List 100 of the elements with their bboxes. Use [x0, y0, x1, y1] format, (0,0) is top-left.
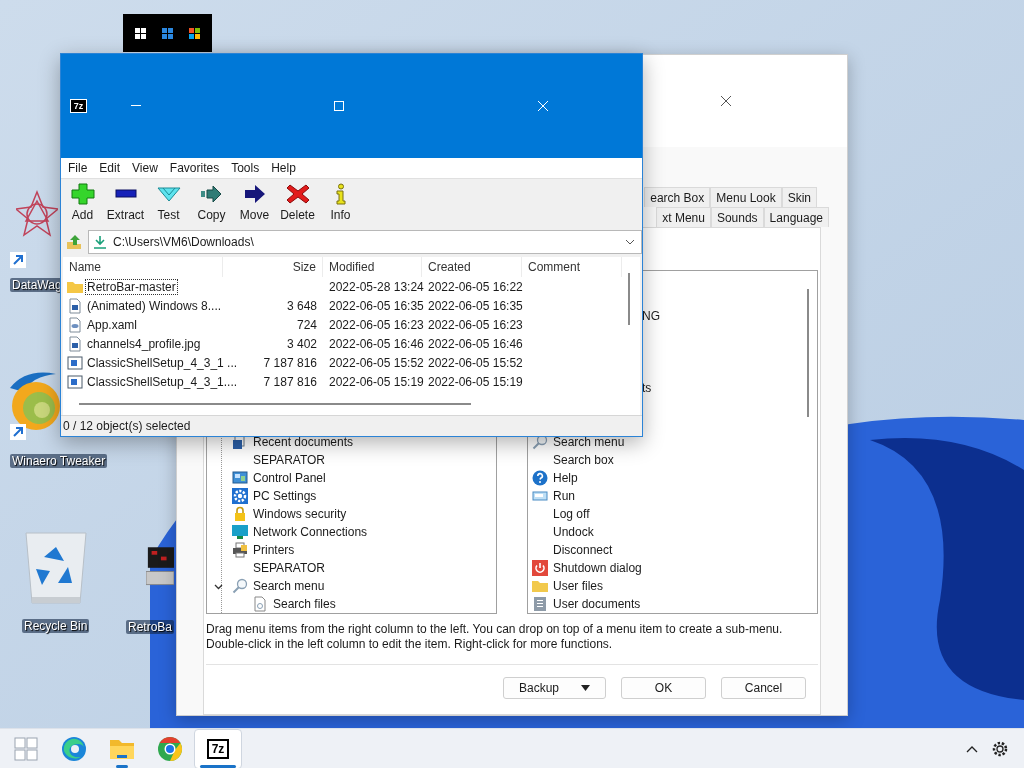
menu-item[interactable]: PC Settings	[253, 487, 317, 505]
toolbar-button[interactable]: Copy	[190, 181, 233, 227]
table-cell-text: 2022-05-28 13:24	[328, 278, 425, 296]
menu-item[interactable]: Search files	[273, 595, 336, 613]
scrollbar[interactable]	[628, 273, 630, 325]
taskbar-button[interactable]: 7z	[194, 728, 242, 768]
table-cell-text: 2022-06-05 16:46	[328, 335, 425, 353]
table-cell-text: 2022-06-05 15:19	[427, 373, 524, 391]
dialog-button[interactable]: OK	[621, 677, 706, 699]
menu-item[interactable]: File	[62, 161, 94, 175]
scrollbar[interactable]	[807, 289, 809, 417]
desktop-icon-label[interactable]: Recycle Bin	[22, 619, 90, 633]
close-icon	[537, 100, 549, 112]
toolbar-button[interactable]: Info	[319, 181, 362, 227]
table-cell-text: 2022-06-05 16:23	[328, 316, 425, 334]
table-cell-text: 3 402	[285, 335, 318, 353]
menu-item[interactable]: NG	[642, 307, 817, 325]
window-preview[interactable]	[123, 14, 212, 52]
scrollbar[interactable]	[79, 403, 471, 405]
menu-item[interactable]: User files	[553, 577, 603, 595]
power-icon	[532, 560, 548, 576]
file-name[interactable]: channels4_profile.jpg	[86, 336, 202, 351]
menu-item[interactable]: Recent documents	[253, 433, 354, 451]
toolbar-button[interactable]: Test	[147, 181, 190, 227]
table-cell-text: 3 648	[285, 297, 318, 315]
up-folder-icon[interactable]	[66, 234, 82, 250]
tab[interactable]: Sounds	[710, 207, 764, 227]
browser-circle-icon	[157, 735, 183, 762]
column-header[interactable]: Name	[63, 257, 223, 277]
menu-item[interactable]: SEPARATOR	[253, 559, 326, 577]
menu-item[interactable]: Windows security	[253, 505, 347, 523]
tab[interactable]: earch Box	[644, 187, 711, 207]
desktop-icon-label[interactable]: RetroBa	[126, 620, 175, 634]
minimize-icon	[131, 105, 141, 107]
menu-item[interactable]: Search menu	[253, 577, 325, 595]
dropdown-button[interactable]: Backup	[503, 677, 606, 699]
chevron-down-icon	[625, 239, 635, 245]
file-name[interactable]: ClassicShellSetup_4_3_1 ...	[86, 355, 239, 370]
toolbar-button[interactable]: Add	[61, 181, 104, 227]
control-panel-icon	[232, 470, 248, 486]
path-field[interactable]: C:\Users\VM6\Downloads\	[88, 230, 642, 254]
menu-item[interactable]: Run	[553, 487, 575, 505]
folder-icon	[532, 578, 548, 594]
file-name[interactable]: RetroBar-master	[86, 279, 177, 294]
menu-item[interactable]: Tools	[225, 161, 266, 175]
menu-item[interactable]: Search box	[553, 451, 614, 469]
menu-item[interactable]: Network Connections	[253, 523, 368, 541]
image-file-icon	[67, 335, 83, 352]
search-icon	[232, 578, 248, 594]
gear-icon	[232, 488, 248, 504]
windows-logo-icon	[135, 27, 146, 39]
status-text: 0 / 12 object(s) selected	[63, 419, 191, 433]
desktop-icon-label[interactable]: Winaero Tweaker	[10, 454, 108, 468]
maximize-icon	[334, 101, 344, 111]
table-cell-text: 2022-06-05 16:23	[427, 316, 524, 334]
run-icon	[532, 488, 548, 504]
app-logo: 7z	[206, 738, 230, 759]
menu-item[interactable]: Shutdown dialog	[553, 559, 642, 577]
column-header[interactable]: Size	[223, 257, 323, 277]
tab[interactable]: Menu Look	[710, 187, 782, 207]
menu-item[interactable]: Log off	[553, 505, 590, 523]
menu-item[interactable]: Control Panel	[253, 469, 326, 487]
toolbar-button[interactable]: Extract	[104, 181, 147, 227]
menu-item[interactable]: Help	[265, 161, 302, 175]
caret-icon	[581, 685, 590, 691]
installer-icon	[67, 373, 83, 390]
column-header[interactable]: Comment	[522, 257, 622, 277]
toolbar-button[interactable]: Move	[233, 181, 276, 227]
windows-logo-icon	[14, 736, 38, 761]
toolbar-button[interactable]: Delete	[276, 181, 319, 227]
tab[interactable]: Skin	[781, 187, 817, 207]
file-name[interactable]: (Animated) Windows 8....	[86, 298, 223, 313]
menu-item[interactable]: Disconnect	[553, 541, 613, 559]
file-name[interactable]: ClassicShellSetup_4_3_1....	[86, 374, 239, 389]
menu-item[interactable]: Favorites	[163, 161, 226, 175]
menu-item[interactable]: Edit	[93, 161, 127, 175]
menu-item[interactable]: Help	[553, 469, 578, 487]
lock-icon	[232, 506, 248, 522]
tab[interactable]: Language	[763, 207, 829, 227]
plus-icon	[69, 183, 96, 205]
tab[interactable]: xt Menu	[656, 207, 711, 227]
menu-item[interactable]: SEPARATOR	[253, 451, 326, 469]
table-cell-text: 2022-06-05 16:46	[427, 335, 524, 353]
column-header[interactable]: Created	[422, 257, 522, 277]
column-header[interactable]: Modified	[323, 257, 422, 277]
installer-icon	[67, 354, 83, 371]
table-cell-text: 2022-06-05 15:52	[328, 354, 425, 372]
menu-item[interactable]: Undock	[553, 523, 594, 541]
help-icon	[532, 470, 548, 486]
delete-icon	[284, 183, 311, 205]
dialog-button[interactable]: Cancel	[721, 677, 806, 699]
menu-item[interactable]: ts	[642, 379, 817, 397]
table-cell-text: 7 187 816	[262, 373, 318, 391]
menu-item[interactable]: Printers	[253, 541, 295, 559]
table-cell-text: 7 187 816	[262, 354, 318, 372]
menu-item[interactable]: View	[126, 161, 164, 175]
file-name[interactable]: App.xaml	[86, 317, 139, 332]
close-icon	[720, 95, 732, 107]
menu-item[interactable]: Search menu	[553, 433, 625, 451]
menu-item[interactable]: User documents	[553, 595, 641, 613]
